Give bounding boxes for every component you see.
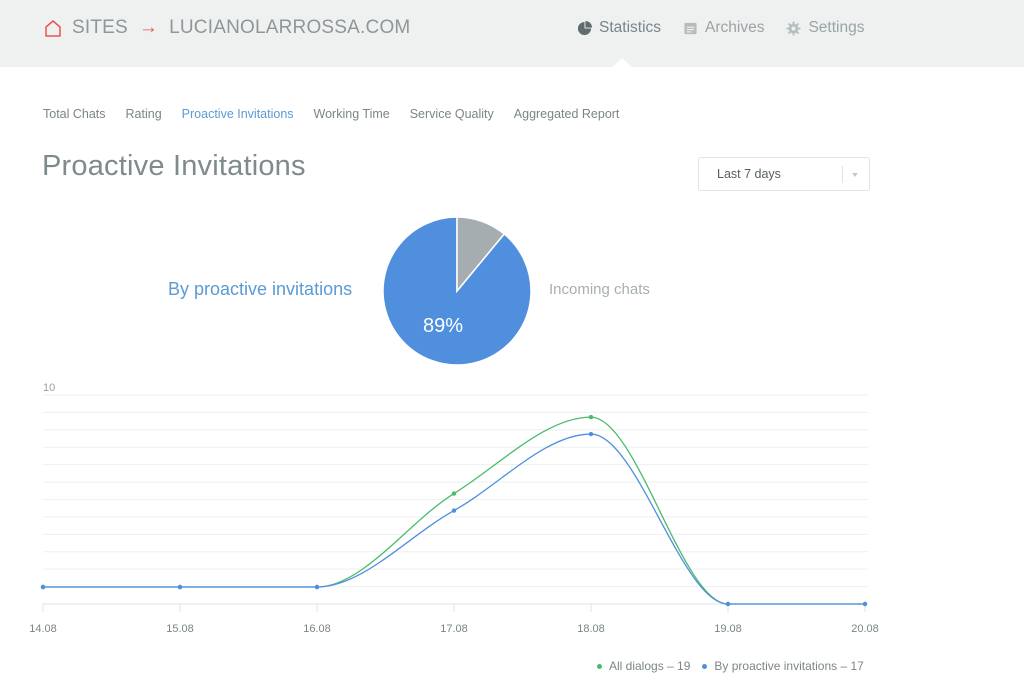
pie-label-incoming: Incoming chats <box>549 281 650 298</box>
data-point-all-dialogs[interactable] <box>588 414 594 420</box>
data-point-proactive[interactable] <box>40 584 46 590</box>
data-point-proactive[interactable] <box>725 601 731 607</box>
tab-proactive-invitations[interactable]: Proactive Invitations <box>182 107 294 121</box>
gear-icon <box>786 20 801 36</box>
data-point-proactive[interactable] <box>862 601 868 607</box>
legend-all-dialogs[interactable]: All dialogs – 19 <box>597 659 690 673</box>
select-divider <box>842 166 843 183</box>
breadcrumb-arrow-icon: → <box>138 17 159 38</box>
nav-archives[interactable]: Archives <box>683 19 764 37</box>
legend-dot-blue-icon <box>702 663 708 669</box>
x-tick-label: 14.08 <box>29 623 57 635</box>
pie-chart-icon <box>577 20 592 35</box>
pie-chart: 89% <box>382 216 532 366</box>
breadcrumb-sites[interactable]: SITES <box>72 17 128 39</box>
nav-settings[interactable]: Settings <box>786 19 864 37</box>
chart-legend: All dialogs – 19 By proactive invitation… <box>597 659 864 673</box>
breadcrumb-site: LUCIANOLARROSSA.COM <box>169 17 411 38</box>
nav-statistics[interactable]: Statistics <box>577 19 661 37</box>
y-tick-label: 10 <box>43 382 55 394</box>
x-tick-label: 16.08 <box>303 623 331 635</box>
line-chart: 10 14.08 15.08 16.08 17.08 18.08 19.08 20.08 <box>29 382 879 635</box>
data-point-proactive[interactable] <box>177 584 183 590</box>
nav-settings-label: Settings <box>808 19 865 36</box>
tab-service-quality[interactable]: Service Quality <box>410 107 494 121</box>
top-bar: SITES → LUCIANOLARROSSA.COM Statistics A… <box>0 0 1024 67</box>
legend-proactive-label: By proactive invitations – 17 <box>714 659 864 673</box>
series-line-proactive <box>43 433 865 605</box>
tab-total-chats[interactable]: Total Chats <box>43 107 106 121</box>
legend-dot-green-icon <box>597 663 602 669</box>
page-title: Proactive Invitations <box>42 150 306 182</box>
main-nav: Statistics Archives Settings <box>577 19 864 37</box>
stats-tabs: Total Chats Rating Proactive Invitations… <box>43 107 619 121</box>
breadcrumb: SITES → LUCIANOLARROSSA.COM <box>43 17 410 39</box>
tab-working-time[interactable]: Working Time <box>314 107 390 121</box>
x-tick-label: 20.08 <box>851 623 879 635</box>
nav-statistics-label: Statistics <box>599 19 662 36</box>
x-tick-label: 19.08 <box>714 623 742 635</box>
period-select[interactable]: Last 7 days <box>698 157 870 191</box>
data-point-all-dialogs[interactable] <box>451 491 457 496</box>
active-nav-caret <box>612 58 632 67</box>
chevron-down-icon <box>852 173 858 177</box>
chart-grid <box>43 394 868 588</box>
home-icon[interactable] <box>43 18 63 38</box>
data-point-proactive[interactable] <box>588 431 594 437</box>
x-tick-label: 17.08 <box>440 623 468 635</box>
pie-percent-label: 89% <box>423 315 463 337</box>
x-axis: 14.08 15.08 16.08 17.08 18.08 19.08 20.08 <box>29 603 879 635</box>
legend-all-dialogs-label: All dialogs – 19 <box>609 659 691 673</box>
tab-aggregated-report[interactable]: Aggregated Report <box>514 107 620 121</box>
data-point-proactive[interactable] <box>314 584 320 590</box>
legend-proactive[interactable]: By proactive invitations – 17 <box>702 659 864 673</box>
chart-series <box>40 414 868 607</box>
x-tick-label: 18.08 <box>577 623 605 635</box>
pie-label-proactive: By proactive invitations <box>168 279 353 299</box>
data-point-proactive[interactable] <box>451 508 457 513</box>
tab-rating[interactable]: Rating <box>126 107 162 121</box>
nav-archives-label: Archives <box>705 19 765 36</box>
archive-icon <box>684 22 697 34</box>
x-tick-label: 15.08 <box>166 623 194 635</box>
period-select-value: Last 7 days <box>717 167 781 181</box>
